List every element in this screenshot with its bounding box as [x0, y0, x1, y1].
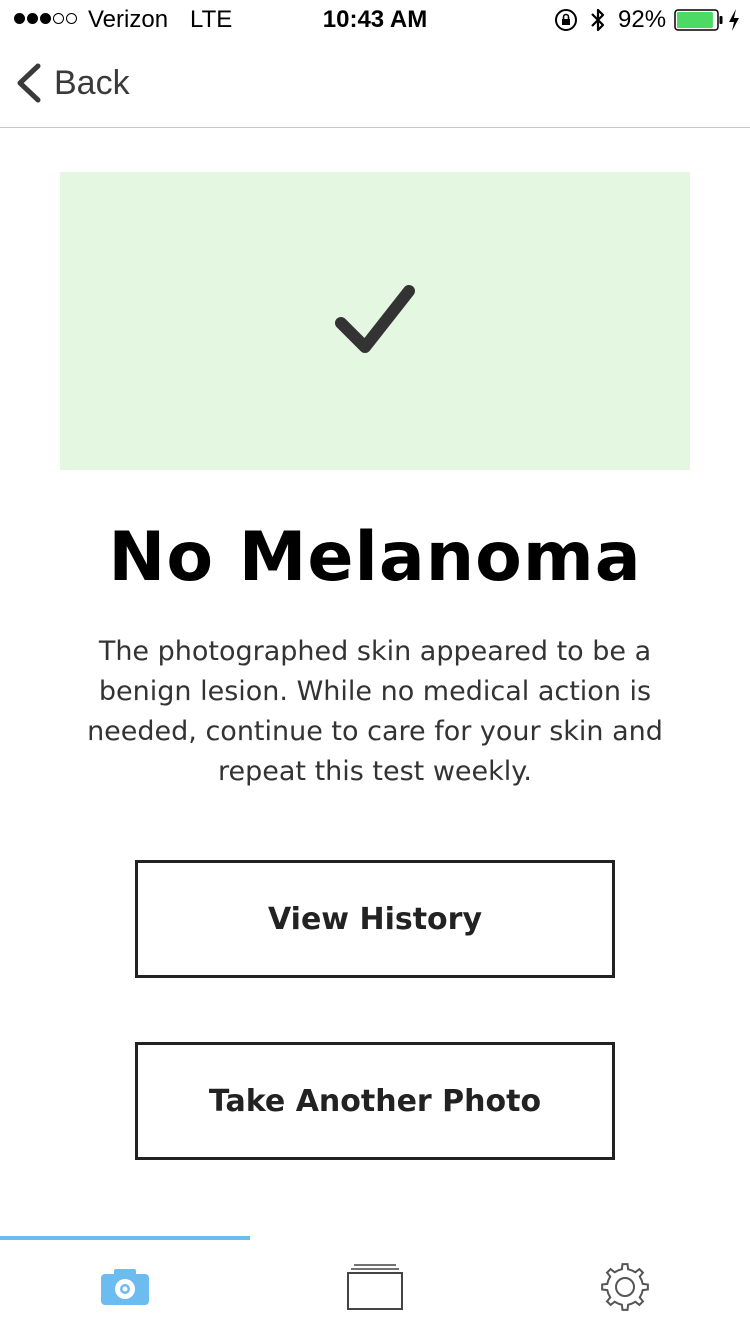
result-description: The photographed skin appeared to be a b…	[87, 636, 663, 787]
take-another-photo-button[interactable]: Take Another Photo	[135, 1042, 615, 1160]
signal-dot	[27, 13, 38, 24]
signal-dot	[14, 13, 25, 24]
rotation-lock-icon	[555, 9, 577, 31]
signal-dot	[53, 13, 64, 24]
tab-settings[interactable]	[500, 1240, 750, 1334]
checkmark-icon	[335, 285, 415, 353]
battery-icon	[674, 9, 723, 31]
view-history-button[interactable]: View History	[135, 860, 615, 978]
signal-dot	[40, 13, 51, 24]
back-label: Back	[54, 63, 130, 102]
signal-dot	[66, 13, 77, 24]
status-bar: Verizon LTE 10:43 AM 92%	[0, 0, 750, 40]
gear-icon	[601, 1263, 649, 1311]
battery-percent: 92%	[618, 6, 667, 33]
signal-strength-icon	[14, 13, 77, 24]
tab-gallery[interactable]	[250, 1240, 500, 1334]
chevron-left-icon	[17, 63, 41, 103]
result-title: No Melanoma	[108, 518, 642, 597]
tab-bar	[0, 1236, 750, 1334]
charging-bolt-icon	[729, 9, 739, 31]
nav-bar: Back	[0, 40, 750, 128]
tab-camera[interactable]	[0, 1240, 250, 1334]
carrier-name: Verizon	[88, 6, 169, 33]
camera-icon	[101, 1269, 149, 1305]
back-button[interactable]: Back	[14, 62, 130, 104]
network-type: LTE	[190, 6, 233, 33]
gallery-icon	[347, 1264, 403, 1310]
result-banner	[60, 172, 690, 470]
bluetooth-icon	[591, 8, 605, 32]
